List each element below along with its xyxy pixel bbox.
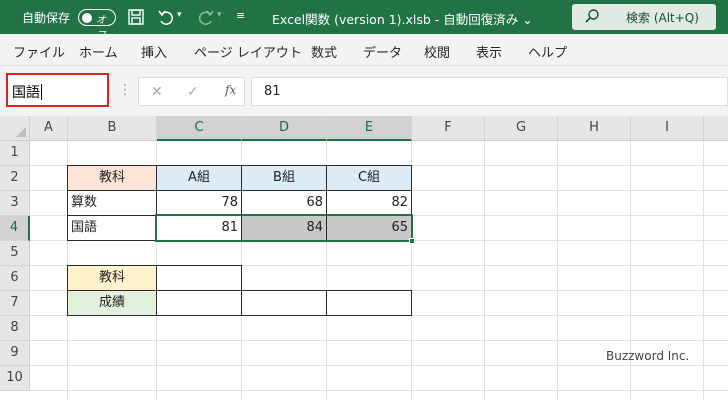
redo-dropdown-icon[interactable]: ▾	[217, 10, 237, 30]
menu-bar: ファイル ホーム 挿入 ページ レイアウト 数式 データ 校閲 表示 ヘルプ	[0, 34, 728, 66]
menu-help[interactable]: ヘルプ	[528, 42, 567, 61]
row-header-2[interactable]: 2	[0, 166, 30, 191]
gridline	[557, 141, 558, 400]
cell-e2[interactable]: C組	[326, 165, 412, 191]
cell-b6[interactable]: 教科	[67, 265, 157, 291]
document-title[interactable]: Excel関数 (version 1).xlsb - 自動回復済み ⌄	[272, 9, 533, 28]
column-header-next[interactable]	[704, 116, 728, 141]
formula-buttons: ✕ ✓ fx	[138, 77, 245, 106]
column-header-d[interactable]: D	[242, 116, 327, 141]
title-bar: 自動保存 オフ ▾ ▾ ≡ Excel関数 (version 1).xlsb -…	[0, 0, 728, 41]
menu-formulas[interactable]: 数式	[311, 42, 337, 61]
column-header-f[interactable]: F	[412, 116, 485, 141]
gridline	[484, 141, 485, 400]
row-header-5[interactable]: 5	[0, 241, 30, 266]
menu-file[interactable]: ファイル	[13, 42, 65, 61]
cell-d2[interactable]: B組	[241, 165, 327, 191]
menu-review[interactable]: 校閲	[424, 42, 450, 61]
column-header-a[interactable]: A	[30, 116, 68, 141]
cell-c3[interactable]: 78	[156, 190, 242, 216]
watermark-text: Buzzword Inc.	[606, 349, 690, 363]
column-header-g[interactable]: G	[485, 116, 558, 141]
row-header-10[interactable]: 10	[0, 366, 30, 391]
undo-icon[interactable]	[156, 7, 176, 27]
column-header-e[interactable]: E	[327, 116, 412, 141]
cell-c2[interactable]: A組	[156, 165, 242, 191]
cell-c7[interactable]	[156, 290, 242, 316]
formula-input[interactable]: 81	[251, 77, 728, 106]
menu-insert[interactable]: 挿入	[141, 42, 167, 61]
row-header-6[interactable]: 6	[0, 266, 30, 291]
gridline	[30, 390, 728, 391]
save-icon[interactable]	[126, 7, 146, 27]
column-header-i[interactable]: I	[631, 116, 704, 141]
menu-view[interactable]: 表示	[476, 42, 502, 61]
cell-d3[interactable]: 68	[241, 190, 327, 216]
search-icon	[585, 9, 599, 23]
toggle-knob	[82, 12, 92, 23]
cell-e7[interactable]	[326, 290, 412, 316]
undo-dropdown-icon[interactable]: ▾	[177, 10, 197, 30]
cell-b7[interactable]: 成績	[67, 290, 157, 316]
cell-b2[interactable]: 教科	[67, 165, 157, 191]
menu-page-layout[interactable]: ページ レイアウト	[194, 42, 302, 61]
cell-b4[interactable]: 国語	[67, 215, 157, 241]
gridline	[30, 340, 728, 341]
cell-d7[interactable]	[241, 290, 327, 316]
row-header-9[interactable]: 9	[0, 341, 30, 366]
gridline	[703, 141, 704, 400]
cancel-icon[interactable]: ✕	[151, 84, 163, 100]
menu-data[interactable]: データ	[363, 42, 402, 61]
menu-home[interactable]: ホーム	[79, 42, 118, 61]
row-header-4[interactable]: 4	[0, 216, 30, 241]
fill-handle[interactable]	[409, 238, 415, 244]
autosave-label: 自動保存	[22, 11, 71, 25]
customize-icon[interactable]: ≡	[236, 9, 256, 29]
name-box-value: 国語	[12, 82, 42, 102]
row-header-3[interactable]: 3	[0, 191, 30, 216]
cell-c4[interactable]: 81	[156, 215, 242, 241]
row-header-7[interactable]: 7	[0, 291, 30, 316]
redo-icon[interactable]	[196, 7, 216, 27]
insert-function-icon[interactable]: fx	[225, 83, 236, 97]
column-header-b[interactable]: B	[68, 116, 157, 141]
formula-bar-splitter[interactable]: ⋮	[118, 82, 132, 98]
search-input[interactable]: 検索 (Alt+Q)	[626, 9, 699, 26]
row-header-8[interactable]: 8	[0, 316, 30, 341]
cell-c6[interactable]	[156, 265, 242, 291]
autosave-toggle[interactable]: オフ	[78, 9, 116, 41]
select-all-corner[interactable]	[0, 116, 30, 141]
gridline	[30, 365, 728, 366]
cell-d4[interactable]: 84	[241, 215, 327, 241]
column-header-h[interactable]: H	[558, 116, 631, 141]
enter-icon[interactable]: ✓	[187, 84, 199, 100]
cell-e3[interactable]: 82	[326, 190, 412, 216]
name-box[interactable]: 国語	[6, 73, 109, 107]
formula-value: 81	[264, 84, 281, 99]
column-header-c[interactable]: C	[157, 116, 242, 141]
row-header-1[interactable]: 1	[0, 141, 30, 166]
cell-e4[interactable]: 65	[326, 215, 412, 241]
cell-b3[interactable]: 算数	[67, 190, 157, 216]
